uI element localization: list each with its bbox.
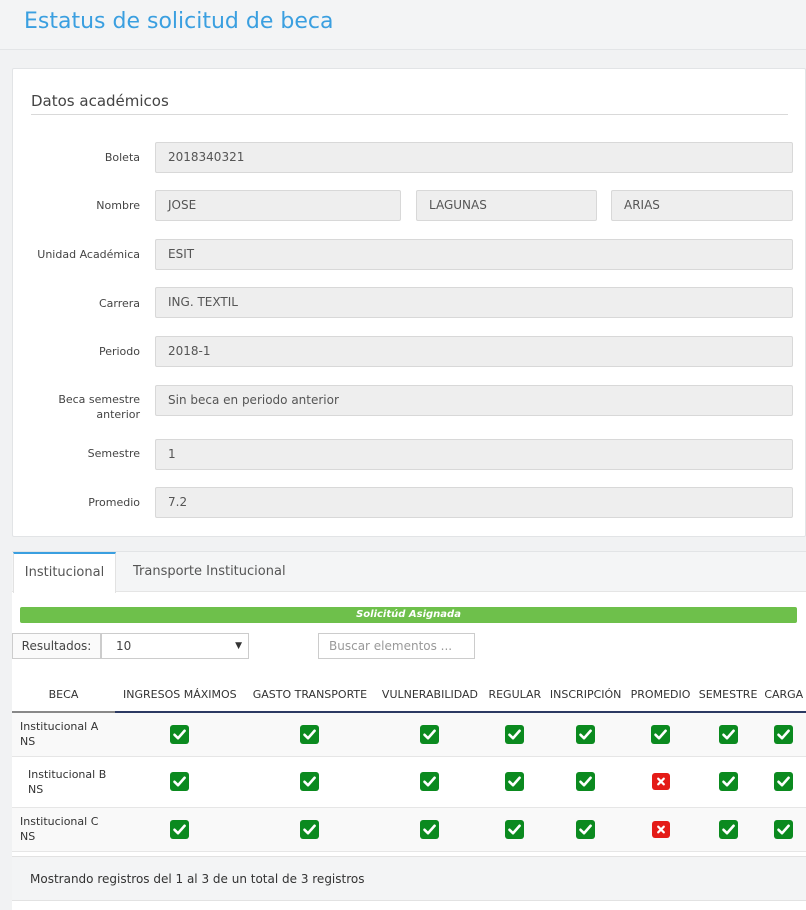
check-icon <box>420 724 440 744</box>
label-nombre: Nombre <box>96 199 140 212</box>
row-criterion-cell <box>115 807 245 852</box>
scholarship-table: BECA INGRESOS MÁXIMOS GASTO TRANSPORTE V… <box>12 677 806 852</box>
status-bar: Solicitúd Asignada <box>20 607 797 623</box>
tab-institucional[interactable]: Institucional <box>13 552 116 593</box>
row-criterion-cell <box>544 807 627 852</box>
table-row: Institucional B NS <box>12 756 806 808</box>
row-criterion-cell <box>244 807 376 852</box>
row-criterion-cell <box>626 807 695 852</box>
row-beca-name: Institucional A NS <box>12 712 115 757</box>
col-header-carga[interactable]: CARGA <box>761 677 806 713</box>
row-criterion-cell <box>626 712 695 757</box>
col-header-gasto-transporte[interactable]: GASTO TRANSPORTE <box>244 677 376 713</box>
check-icon <box>170 772 190 791</box>
row-criterion-cell <box>761 756 806 808</box>
field-unidad: ESIT <box>155 239 793 270</box>
row-criterion-cell <box>484 756 545 808</box>
cross-icon <box>651 820 670 838</box>
row-beca-name: Institucional B NS <box>12 756 115 808</box>
check-icon <box>774 819 794 839</box>
scholarship-tabs-panel: Institucional Transporte Institucional S… <box>12 551 806 910</box>
check-icon <box>651 724 671 744</box>
check-icon <box>505 724 525 744</box>
row-criterion-cell <box>244 756 376 808</box>
label-boleta: Boleta <box>104 151 140 164</box>
results-label: Resultados: <box>12 633 101 659</box>
table-info: Mostrando registros del 1 al 3 de un tot… <box>12 856 806 901</box>
check-icon <box>420 772 440 791</box>
col-header-promedio[interactable]: PROMEDIO <box>626 677 695 713</box>
row-criterion-cell <box>694 756 762 808</box>
col-header-vulnerabilidad[interactable]: VULNERABILIDAD <box>375 677 485 713</box>
academic-data-card: Datos académicos Boleta 2018340321 Nombr… <box>12 68 806 537</box>
col-header-beca[interactable]: BECA <box>12 677 115 713</box>
check-icon <box>170 724 190 744</box>
table-row: Institucional C NS <box>12 807 806 852</box>
label-periodo: Periodo <box>98 345 140 358</box>
row-criterion-cell <box>626 756 695 808</box>
col-header-semestre[interactable]: SEMESTRE <box>694 677 762 713</box>
table-header-row: BECA INGRESOS MÁXIMOS GASTO TRANSPORTE V… <box>12 677 806 713</box>
divider <box>31 114 788 115</box>
field-carrera: ING. TEXTIL <box>155 287 793 318</box>
field-promedio: 7.2 <box>155 487 793 518</box>
results-per-page-select[interactable]: 10 ▼ <box>101 633 249 659</box>
search-input[interactable] <box>318 633 475 659</box>
row-criterion-cell <box>375 756 485 808</box>
field-apellido-materno: ARIAS <box>611 190 793 221</box>
check-icon <box>505 772 525 791</box>
label-unidad: Unidad Académica <box>37 248 140 261</box>
check-icon <box>576 724 596 744</box>
tab-transporte-institucional[interactable]: Transporte Institucional <box>133 552 286 592</box>
page-title: Estatus de solicitud de beca <box>24 9 334 34</box>
label-beca-anterior: Beca semestre anterior <box>58 393 140 421</box>
check-icon <box>718 724 738 744</box>
check-icon <box>420 819 440 839</box>
check-icon <box>774 724 794 744</box>
check-icon <box>576 772 596 791</box>
check-icon <box>170 819 190 839</box>
row-criterion-cell <box>484 807 545 852</box>
tab-bar: Institucional Transporte Institucional <box>12 552 806 593</box>
col-header-regular[interactable]: REGULAR <box>484 677 545 713</box>
check-icon <box>718 819 738 839</box>
label-semestre: Semestre <box>87 447 140 460</box>
row-criterion-cell <box>761 712 806 757</box>
field-beca-anterior: Sin beca en periodo anterior <box>155 385 793 416</box>
row-criterion-cell <box>375 712 485 757</box>
label-promedio: Promedio <box>88 496 140 509</box>
check-icon <box>774 772 794 791</box>
row-criterion-cell <box>544 756 627 808</box>
row-criterion-cell <box>115 712 245 757</box>
cross-icon <box>651 773 670 790</box>
field-apellido-paterno: LAGUNAS <box>416 190 597 221</box>
check-icon <box>718 772 738 791</box>
row-criterion-cell <box>761 807 806 852</box>
check-icon <box>300 772 320 791</box>
row-criterion-cell <box>375 807 485 852</box>
col-header-inscripcion[interactable]: INSCRIPCIÓN <box>544 677 627 713</box>
row-criterion-cell <box>694 712 762 757</box>
row-criterion-cell <box>544 712 627 757</box>
check-icon <box>505 819 525 839</box>
caret-down-icon: ▼ <box>235 641 242 651</box>
results-select-value: 10 <box>116 639 132 653</box>
field-periodo: 2018-1 <box>155 336 793 367</box>
row-criterion-cell <box>244 712 376 757</box>
card-title: Datos académicos <box>31 92 169 110</box>
row-criterion-cell <box>694 807 762 852</box>
field-semestre: 1 <box>155 439 793 470</box>
check-icon <box>300 724 320 744</box>
row-beca-name: Institucional C NS <box>12 807 115 852</box>
field-boleta: 2018340321 <box>155 142 793 173</box>
table-row: Institucional A NS <box>12 712 806 757</box>
col-header-ingresos[interactable]: INGRESOS MÁXIMOS <box>115 677 245 713</box>
row-criterion-cell <box>484 712 545 757</box>
page-header: Estatus de solicitud de beca <box>0 0 806 50</box>
check-icon <box>576 819 596 839</box>
check-icon <box>300 819 320 839</box>
label-carrera: Carrera <box>98 297 140 310</box>
row-criterion-cell <box>115 756 245 808</box>
field-nombre: JOSE <box>155 190 401 221</box>
